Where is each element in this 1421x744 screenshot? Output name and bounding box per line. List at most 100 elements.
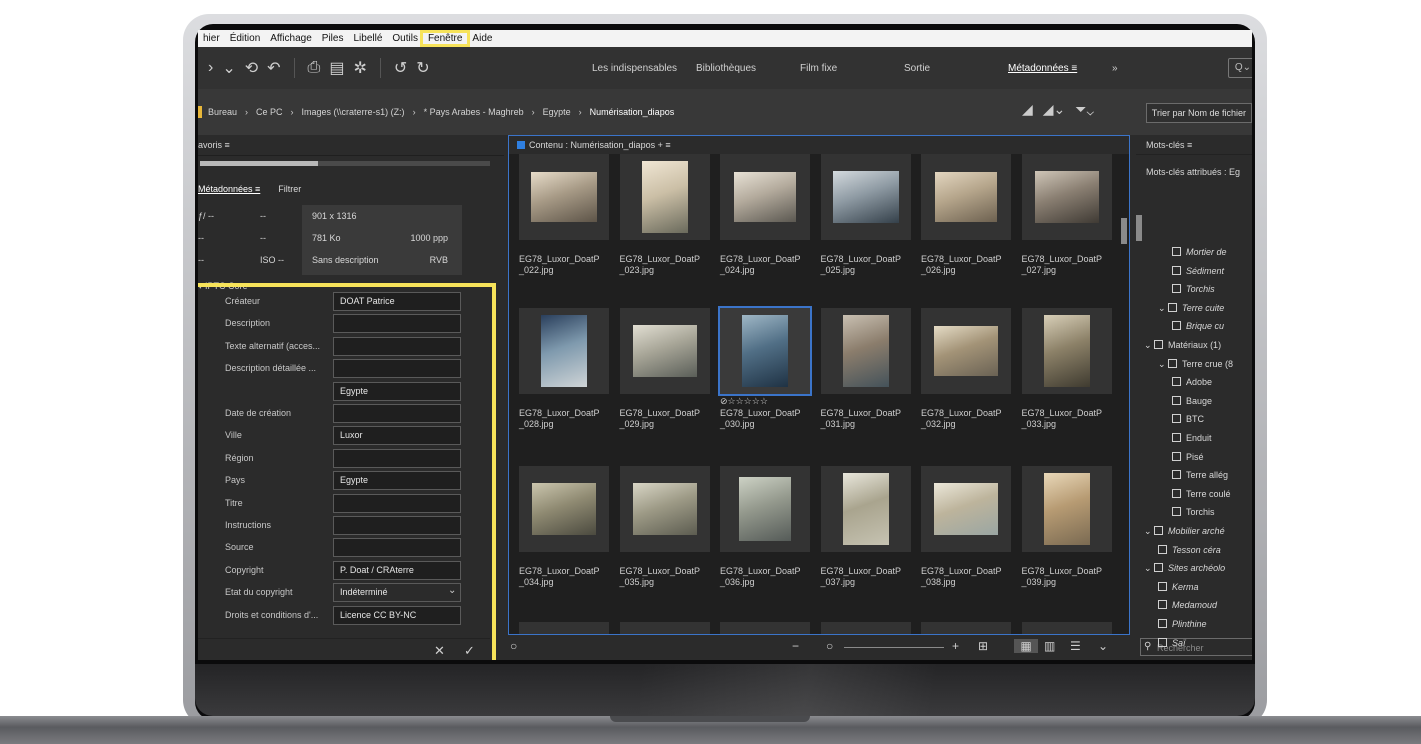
thumbnail-frame[interactable] (921, 154, 1011, 240)
thumbnail-photo[interactable] (842, 473, 889, 545)
keyword-item[interactable]: Pisé (1172, 451, 1204, 462)
keyword-checkbox[interactable] (1168, 358, 1178, 368)
content-title[interactable]: Contenu : Numérisation_diapos + ≡ (529, 140, 671, 150)
keyword-item[interactable]: Medamoud (1158, 600, 1217, 610)
rotate-left-icon[interactable]: ↺ (394, 58, 407, 78)
thumbnail-frame[interactable] (1021, 308, 1112, 394)
keyword-item[interactable]: ⌄ Terre crue (8 (1158, 358, 1233, 370)
chevron-down-icon[interactable]: ⌄ (1158, 359, 1168, 369)
keyword-checkbox[interactable] (1172, 321, 1181, 331)
keyword-checkbox[interactable] (1172, 395, 1181, 405)
zoom-out-button[interactable]: − (792, 639, 799, 653)
camera-icon[interactable]: ⎙ (308, 59, 321, 77)
iptc-field-input[interactable] (333, 493, 461, 513)
workspace-tab[interactable]: Métadonnées ≡ (1008, 63, 1112, 74)
apply-icon[interactable]: ✓ (464, 643, 475, 659)
thumbnail-frame[interactable] (820, 308, 911, 394)
thumbnail-photo[interactable] (742, 315, 788, 387)
breadcrumb-item[interactable]: Egypte (543, 107, 571, 117)
keyword-item[interactable]: Torchis (1172, 507, 1215, 517)
thumbnail-frame[interactable] (720, 154, 810, 240)
keyword-item[interactable]: ⌄ Mobilier arché (1144, 526, 1225, 537)
thumbnail-photo[interactable] (842, 315, 889, 387)
thumbnail-photo[interactable] (832, 171, 899, 223)
keyword-checkbox[interactable] (1172, 284, 1181, 294)
grid-lock-icon[interactable]: ⊞ (978, 639, 988, 653)
iptc-field-input[interactable] (333, 516, 461, 535)
keywords-tab[interactable]: Mots-clés ≡ (1136, 135, 1252, 155)
keyword-item[interactable]: ⌄ Terre cuite (1158, 302, 1224, 314)
iptc-field-input[interactable] (333, 448, 461, 468)
thumbnail-photo[interactable] (541, 315, 587, 387)
thumbnail-photo[interactable] (935, 172, 997, 222)
thumbnail-frame[interactable] (619, 308, 710, 394)
refine-icon[interactable]: ✲ (353, 58, 366, 78)
thumbnail-frame[interactable] (720, 466, 810, 552)
thumbnail-frame[interactable] (619, 466, 710, 552)
workspace-tab[interactable]: » (1112, 63, 1216, 74)
breadcrumb-item[interactable]: Images (\\craterre-s1) (Z:) (302, 107, 405, 117)
keyword-item[interactable]: Terre coulé (1172, 488, 1231, 499)
iptc-field-input[interactable] (333, 314, 461, 334)
sort-button[interactable]: Trier par Nom de fichier (1145, 103, 1252, 123)
menu-item[interactable]: Libellé (348, 33, 387, 44)
iptc-field-input[interactable]: DOAT Patrice (333, 292, 461, 311)
favorites-tab[interactable]: avoris ≡ (198, 135, 504, 156)
thumbnail-photo[interactable] (641, 161, 688, 233)
copyright-status-select[interactable]: Indéterminé (333, 583, 461, 603)
tab-metadata[interactable]: Métadonnées ≡ (198, 184, 260, 194)
thumbnail-frame[interactable] (820, 154, 911, 240)
recent-dropdown-icon[interactable]: ⌄ (222, 58, 235, 78)
chevron-down-icon[interactable]: ⌄ (1144, 340, 1154, 350)
keyword-item[interactable]: Terre allég (1172, 470, 1228, 480)
keyword-item[interactable]: ⌄ Sites archéolo (1144, 563, 1225, 574)
keyword-checkbox[interactable] (1168, 302, 1178, 312)
keyword-checkbox[interactable] (1154, 526, 1164, 535)
quality-dropdown-icon[interactable]: ◢⌄ (1043, 101, 1066, 118)
thumbnail-frame[interactable] (921, 466, 1011, 552)
keyword-item[interactable]: Torchis (1172, 284, 1215, 294)
thumbnail-frame[interactable] (820, 466, 911, 552)
keyword-checkbox[interactable] (1158, 619, 1167, 628)
thumbnail-photo[interactable] (1034, 171, 1099, 223)
keyword-item[interactable]: Adobe (1172, 377, 1212, 387)
menu-item[interactable]: Aide (467, 33, 497, 44)
forward-icon[interactable]: › (208, 59, 213, 77)
chevron-down-icon[interactable]: ⌄ (1144, 563, 1154, 573)
thumbnail-frame[interactable] (619, 154, 710, 240)
favorites-scrollbar[interactable] (200, 161, 490, 166)
history-icon[interactable]: ⟲ (245, 58, 258, 78)
view-dropdown-icon[interactable]: ⌄ (1098, 639, 1108, 653)
circle-icon[interactable]: ○ (510, 639, 517, 653)
thumbnail-frame[interactable] (1021, 154, 1112, 240)
thumbnail-photo[interactable] (1043, 473, 1090, 545)
zoom-in-button[interactable]: + (952, 639, 959, 653)
workspace-tab[interactable]: Film fixe (800, 63, 904, 74)
keyword-item[interactable]: ⌄ Matériaux (1) (1144, 340, 1221, 351)
thumbnail-frame[interactable] (1021, 466, 1112, 552)
thumbnail-frame[interactable] (519, 154, 609, 240)
keyword-checkbox[interactable] (1158, 600, 1167, 610)
keyword-checkbox[interactable] (1172, 507, 1181, 517)
keyword-checkbox[interactable] (1172, 451, 1181, 461)
keyword-item[interactable]: Saï (1158, 637, 1186, 648)
chevron-down-icon[interactable]: ⌄ (1158, 303, 1168, 313)
keyword-checkbox[interactable] (1154, 563, 1164, 573)
keyword-item[interactable]: Plinthine (1158, 619, 1207, 629)
list-view-icon[interactable]: ☰ (1070, 639, 1081, 653)
iptc-field-input[interactable] (333, 336, 461, 356)
keyword-checkbox[interactable] (1172, 265, 1181, 275)
keywords-search-input[interactable]: Rechercher (1140, 638, 1252, 656)
thumbnail-frame[interactable] (718, 306, 812, 396)
keyword-checkbox[interactable] (1154, 340, 1164, 349)
thumbnail-photo[interactable] (934, 326, 998, 376)
menu-item[interactable]: Affichage (265, 33, 317, 44)
keyword-item[interactable]: Brique cu (1172, 321, 1224, 331)
thumbnail-frame[interactable] (519, 466, 609, 552)
iptc-field-input[interactable]: P. Doat / CRAterre (333, 560, 461, 580)
rotate-right-icon[interactable]: ↻ (416, 58, 429, 78)
breadcrumb-item[interactable]: Ce PC (256, 107, 283, 117)
workspace-tab[interactable]: Sortie (904, 63, 1008, 74)
keyword-checkbox[interactable] (1158, 544, 1167, 554)
iptc-field-input[interactable]: Egypte (333, 381, 461, 401)
